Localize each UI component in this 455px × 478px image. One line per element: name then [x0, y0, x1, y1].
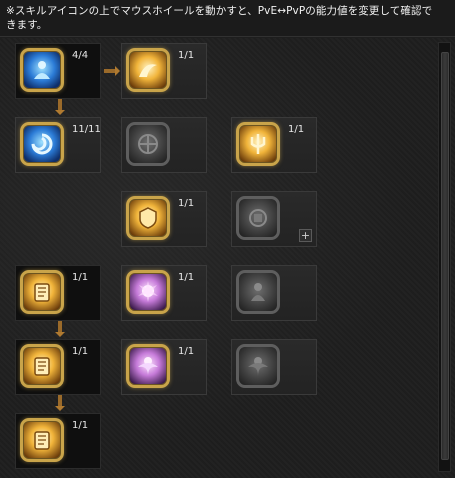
skill-tree-panel [0, 38, 455, 478]
violet-angel-icon[interactable] [126, 344, 170, 388]
skill-node-r3c2[interactable]: 1/1 [121, 191, 207, 247]
locked-cross-icon[interactable] [126, 122, 170, 166]
skill-node-r6c1[interactable]: 1/1 [15, 413, 101, 469]
skill-level-count: 4/4 [72, 50, 89, 61]
skill-level-count: 1/1 [72, 420, 89, 431]
skill-node-r1c2[interactable]: 1/1 [121, 43, 207, 99]
skill-node-r3c3[interactable]: + [231, 191, 317, 247]
blue-spirit-icon[interactable] [20, 48, 64, 92]
locked-angel-icon[interactable] [236, 344, 280, 388]
prerequisite-arrow-down [55, 99, 65, 115]
violet-burst-icon[interactable] [126, 270, 170, 314]
skill-level-count: 1/1 [72, 272, 89, 283]
prerequisite-arrow-down [55, 321, 65, 337]
skill-level-count: 1/1 [72, 346, 89, 357]
golden-shield-icon[interactable] [126, 196, 170, 240]
skill-node-r4c2[interactable]: 1/1 [121, 265, 207, 321]
locked-emblem-icon[interactable] [236, 196, 280, 240]
blue-vortex-icon[interactable] [20, 122, 64, 166]
skill-level-count: 1/1 [178, 346, 195, 357]
scrollbar-thumb[interactable] [441, 52, 449, 460]
golden-scroll-icon[interactable] [20, 270, 64, 314]
skill-node-r1c1[interactable]: 4/4 [15, 43, 101, 99]
prerequisite-arrow-down [55, 395, 65, 411]
golden-scroll-icon[interactable] [20, 344, 64, 388]
add-point-button[interactable]: + [299, 229, 312, 242]
skill-notice-text: ※スキルアイコンの上でマウスホイールを動かすと、PvE↔PvPの能力値を変更して… [6, 5, 433, 31]
golden-leap-icon[interactable] [126, 48, 170, 92]
skill-level-count: 1/1 [288, 124, 305, 135]
skill-node-r5c3[interactable] [231, 339, 317, 395]
skill-level-count: 1/1 [178, 198, 195, 209]
prerequisite-arrow-right [104, 66, 120, 76]
skill-node-r4c3[interactable] [231, 265, 317, 321]
golden-scroll-icon[interactable] [20, 418, 64, 462]
skill-node-r2c2[interactable] [121, 117, 207, 173]
golden-trident-icon[interactable] [236, 122, 280, 166]
skill-node-r2c1[interactable]: 11/11 [15, 117, 101, 173]
skill-level-count: 11/11 [72, 124, 101, 135]
skill-level-count: 1/1 [178, 50, 195, 61]
skill-node-r2c3[interactable]: 1/1 [231, 117, 317, 173]
skill-node-r4c1[interactable]: 1/1 [15, 265, 101, 321]
locked-figure-icon[interactable] [236, 270, 280, 314]
skill-level-count: 1/1 [178, 272, 195, 283]
skill-node-r5c2[interactable]: 1/1 [121, 339, 207, 395]
skill-node-r5c1[interactable]: 1/1 [15, 339, 101, 395]
